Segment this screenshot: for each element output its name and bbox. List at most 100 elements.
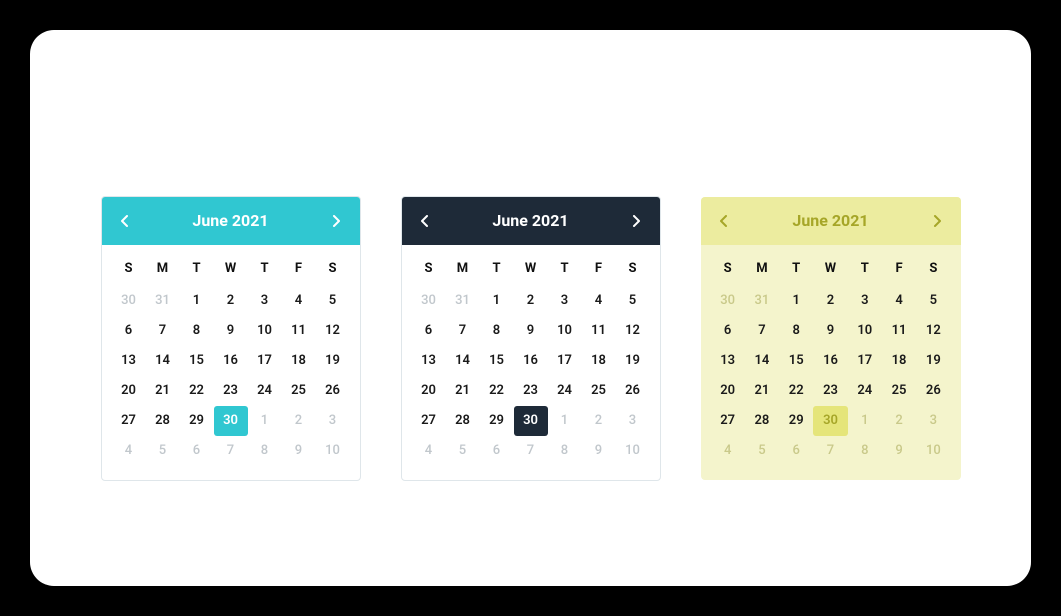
day[interactable]: 8 [180,316,214,346]
day[interactable]: 7 [146,316,180,346]
day[interactable]: 25 [882,376,916,406]
day-other-month[interactable]: 1 [248,406,282,436]
day-selected[interactable]: 30 [214,406,248,436]
chevron-right-icon[interactable] [327,212,345,230]
day-other-month[interactable]: 6 [779,436,813,466]
day[interactable]: 22 [480,376,514,406]
day-other-month[interactable]: 2 [882,406,916,436]
day-other-month[interactable]: 10 [616,436,650,466]
day[interactable]: 25 [282,376,316,406]
day-other-month[interactable]: 8 [248,436,282,466]
day-other-month[interactable]: 3 [916,406,950,436]
day[interactable]: 5 [616,286,650,316]
day[interactable]: 11 [882,316,916,346]
day-selected[interactable]: 30 [514,406,548,436]
day[interactable]: 22 [180,376,214,406]
day[interactable]: 6 [112,316,146,346]
day[interactable]: 15 [480,346,514,376]
day[interactable]: 20 [412,376,446,406]
day-other-month[interactable]: 5 [146,436,180,466]
day[interactable]: 28 [146,406,180,436]
day[interactable]: 24 [848,376,882,406]
day[interactable]: 23 [214,376,248,406]
day-other-month[interactable]: 4 [412,436,446,466]
day[interactable]: 12 [916,316,950,346]
day[interactable]: 18 [282,346,316,376]
day[interactable]: 13 [711,346,745,376]
day[interactable]: 2 [813,286,847,316]
day[interactable]: 10 [548,316,582,346]
day[interactable]: 11 [282,316,316,346]
day[interactable]: 20 [112,376,146,406]
day[interactable]: 24 [248,376,282,406]
day[interactable]: 26 [616,376,650,406]
day[interactable]: 28 [446,406,480,436]
day[interactable]: 19 [316,346,350,376]
day[interactable]: 4 [882,286,916,316]
day-selected[interactable]: 30 [813,406,847,436]
chevron-left-icon[interactable] [116,212,134,230]
day[interactable]: 3 [548,286,582,316]
day[interactable]: 9 [214,316,248,346]
day-other-month[interactable]: 2 [282,406,316,436]
day[interactable]: 1 [480,286,514,316]
day[interactable]: 3 [848,286,882,316]
day[interactable]: 28 [745,406,779,436]
day[interactable]: 26 [916,376,950,406]
day[interactable]: 18 [582,346,616,376]
day[interactable]: 9 [813,316,847,346]
day[interactable]: 18 [882,346,916,376]
day[interactable]: 12 [316,316,350,346]
day-other-month[interactable]: 9 [882,436,916,466]
day-other-month[interactable]: 7 [813,436,847,466]
day-other-month[interactable]: 30 [112,286,146,316]
day[interactable]: 21 [146,376,180,406]
day[interactable]: 26 [316,376,350,406]
day[interactable]: 16 [214,346,248,376]
day[interactable]: 29 [779,406,813,436]
day[interactable]: 5 [316,286,350,316]
day-other-month[interactable]: 4 [112,436,146,466]
day[interactable]: 8 [779,316,813,346]
day[interactable]: 19 [916,346,950,376]
day[interactable]: 7 [446,316,480,346]
day[interactable]: 13 [112,346,146,376]
day-other-month[interactable]: 31 [146,286,180,316]
day[interactable]: 10 [248,316,282,346]
day-other-month[interactable]: 4 [711,436,745,466]
day[interactable]: 6 [711,316,745,346]
day[interactable]: 1 [180,286,214,316]
day[interactable]: 17 [548,346,582,376]
day[interactable]: 4 [582,286,616,316]
day[interactable]: 27 [112,406,146,436]
day[interactable]: 14 [446,346,480,376]
day[interactable]: 9 [514,316,548,346]
day-other-month[interactable]: 31 [446,286,480,316]
day-other-month[interactable]: 31 [745,286,779,316]
day-other-month[interactable]: 9 [282,436,316,466]
day-other-month[interactable]: 8 [848,436,882,466]
day-other-month[interactable]: 5 [745,436,779,466]
day[interactable]: 15 [180,346,214,376]
day[interactable]: 23 [813,376,847,406]
day-other-month[interactable]: 10 [916,436,950,466]
day[interactable]: 6 [412,316,446,346]
day[interactable]: 13 [412,346,446,376]
day[interactable]: 15 [779,346,813,376]
day-other-month[interactable]: 8 [548,436,582,466]
day-other-month[interactable]: 5 [446,436,480,466]
day[interactable]: 27 [412,406,446,436]
day[interactable]: 14 [146,346,180,376]
day-other-month[interactable]: 9 [582,436,616,466]
day[interactable]: 12 [616,316,650,346]
day[interactable]: 20 [711,376,745,406]
day-other-month[interactable]: 3 [616,406,650,436]
day[interactable]: 22 [779,376,813,406]
day[interactable]: 17 [248,346,282,376]
day-other-month[interactable]: 1 [548,406,582,436]
day[interactable]: 16 [813,346,847,376]
day[interactable]: 3 [248,286,282,316]
day-other-month[interactable]: 10 [316,436,350,466]
day[interactable]: 21 [446,376,480,406]
day-other-month[interactable]: 7 [214,436,248,466]
